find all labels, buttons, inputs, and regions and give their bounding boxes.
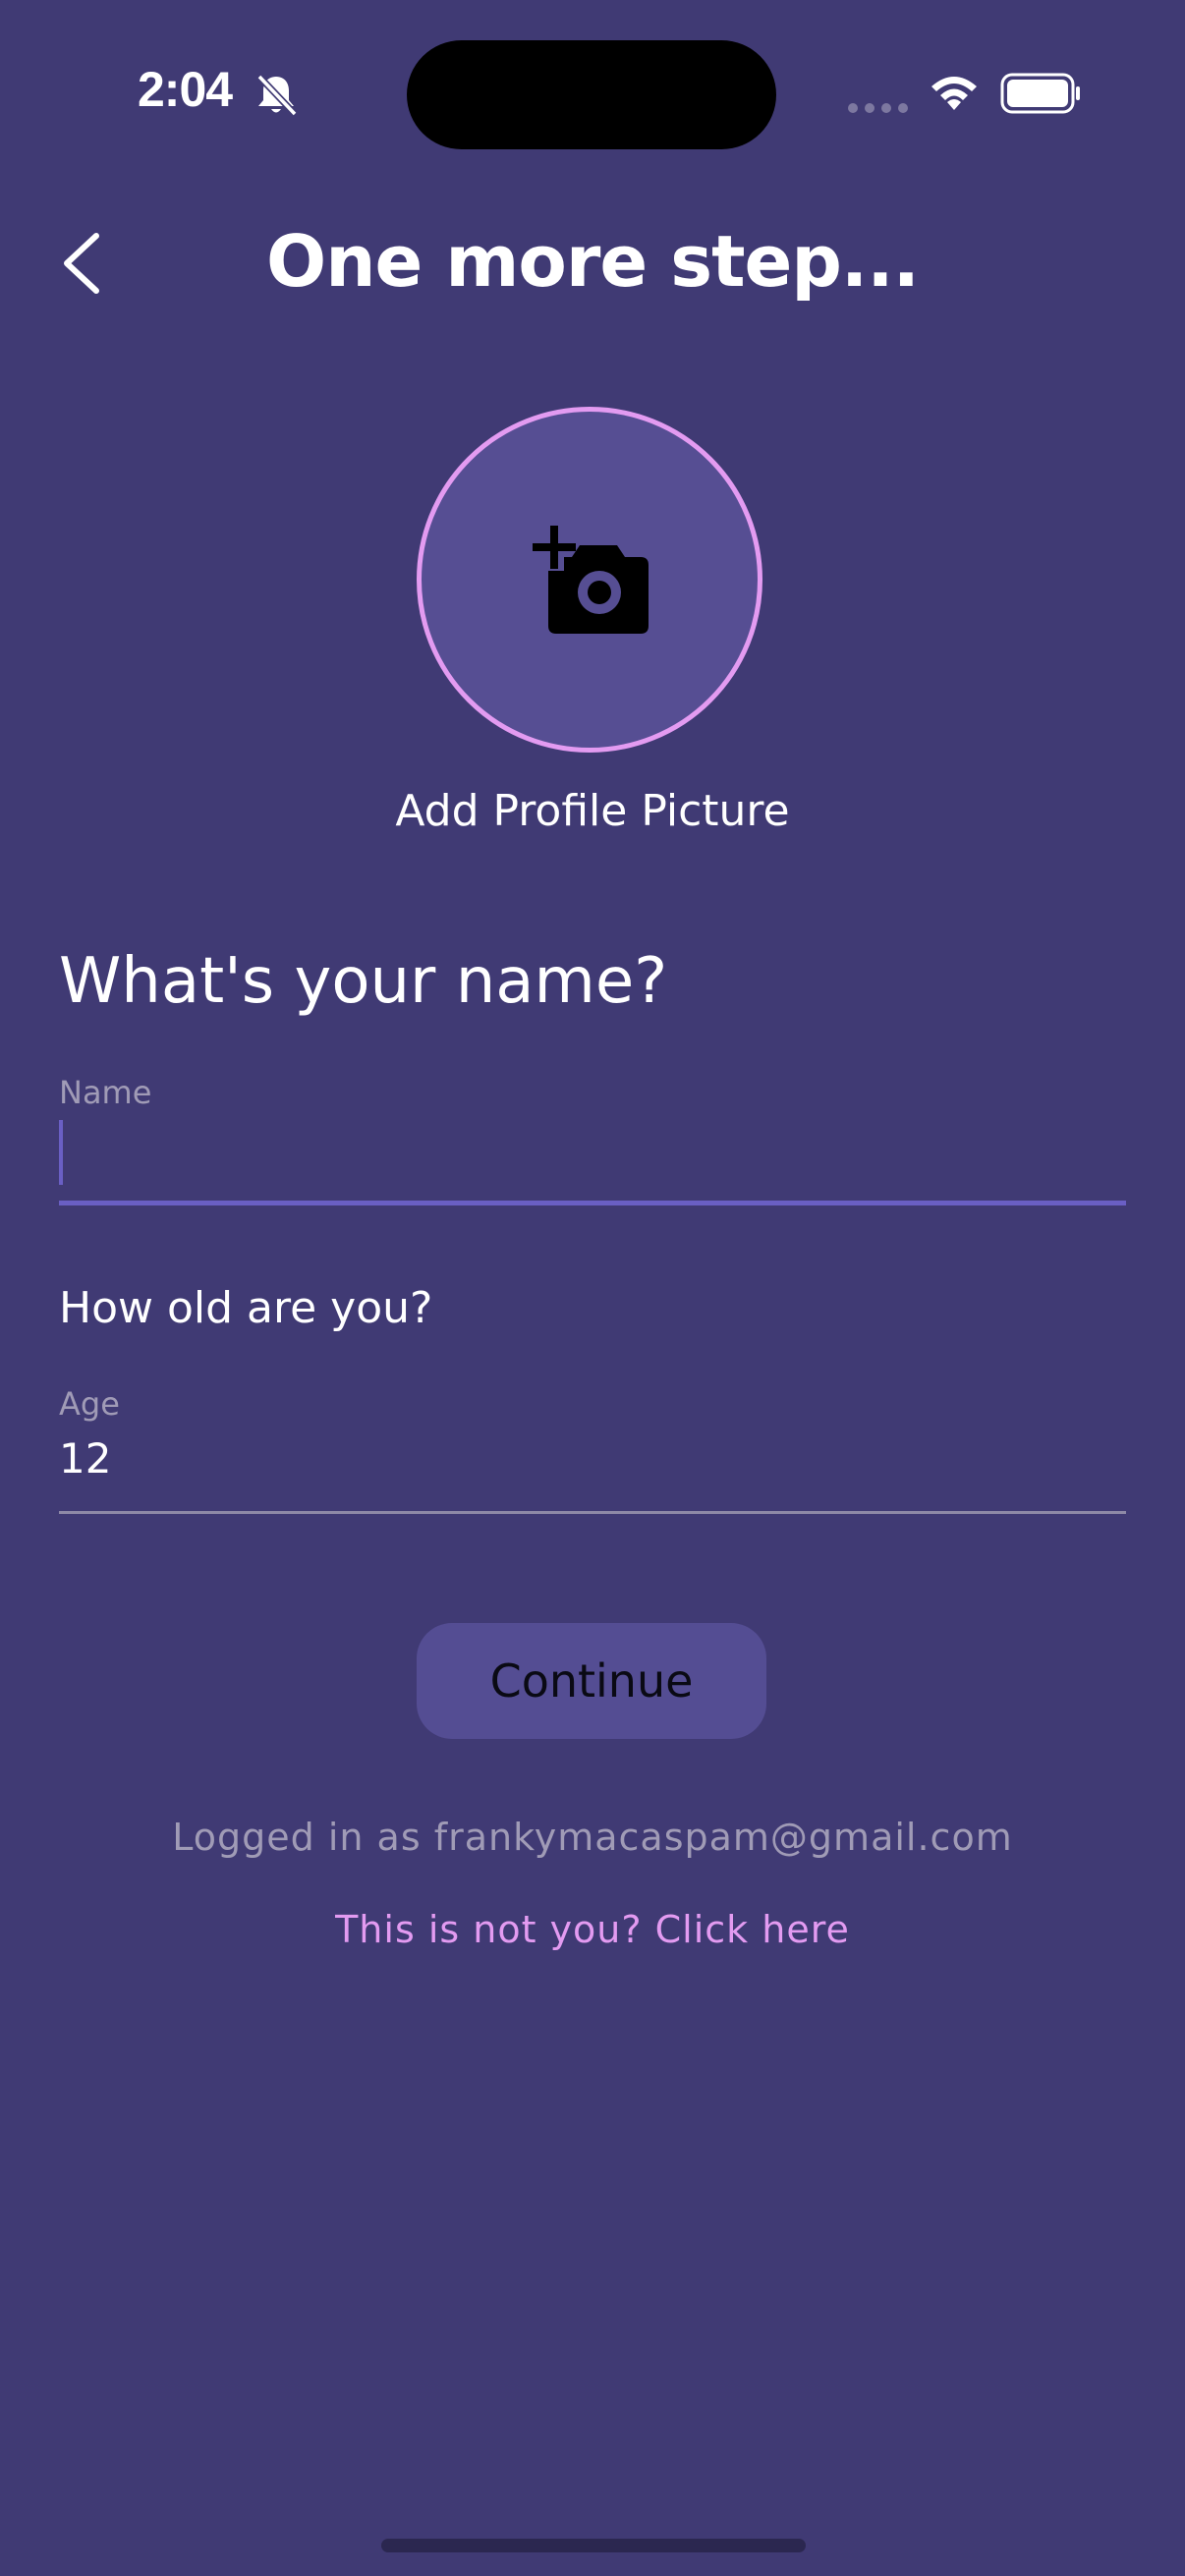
status-time: 2:04 bbox=[138, 62, 233, 117]
age-section-title: How old are you? bbox=[59, 1283, 433, 1333]
home-indicator bbox=[381, 2539, 806, 2552]
age-input-underline bbox=[59, 1511, 1126, 1514]
continue-button-label: Continue bbox=[489, 1654, 694, 1708]
bell-slash-icon bbox=[256, 74, 298, 117]
age-field-label: Age bbox=[59, 1385, 120, 1423]
add-camera-icon[interactable] bbox=[531, 526, 652, 636]
name-input-underline bbox=[59, 1201, 1126, 1205]
name-section-title: What's your name? bbox=[59, 945, 668, 1018]
dynamic-island bbox=[407, 40, 776, 149]
add-profile-picture-label[interactable]: Add Profile Picture bbox=[0, 786, 1185, 836]
logged-in-text: Logged in as frankymacaspam@gmail.com bbox=[172, 1816, 1013, 1859]
battery-icon bbox=[1000, 73, 1080, 114]
wifi-icon bbox=[931, 77, 977, 110]
age-input[interactable]: 12 bbox=[59, 1434, 1126, 1497]
page-title: One more step... bbox=[266, 220, 920, 303]
switch-account-link[interactable]: This is not you? Click here bbox=[0, 1908, 1185, 1951]
cellular-signal-icon bbox=[848, 103, 908, 113]
text-cursor bbox=[59, 1120, 63, 1185]
name-input[interactable] bbox=[59, 1118, 1126, 1204]
name-field-label: Name bbox=[59, 1074, 152, 1111]
continue-button[interactable]: Continue bbox=[417, 1623, 766, 1739]
